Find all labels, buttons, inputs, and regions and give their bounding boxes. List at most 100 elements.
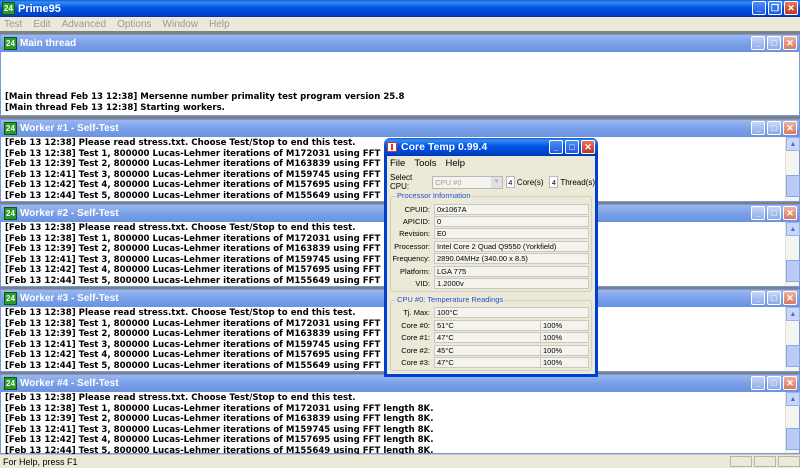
scroll-thumb[interactable] (786, 345, 800, 367)
core-temp: 47°C (434, 332, 541, 344)
scroll-thumb[interactable] (786, 260, 800, 282)
menu-advanced[interactable]: Advanced (62, 19, 106, 30)
processor-info-group: Processor Information CPUID: 0x1067A API… (390, 191, 592, 292)
info-label: CPUID: (404, 204, 430, 214)
status-bar: For Help, press F1 (0, 454, 800, 468)
prime95-window-icon: 24 (4, 37, 17, 50)
menu-test[interactable]: Test (4, 19, 22, 30)
close-button[interactable]: ✕ (581, 140, 595, 154)
menu-help[interactable]: Help (209, 19, 230, 30)
info-value: LGA 775 (434, 265, 589, 277)
core-row: Core #3: 47°C 100% (391, 356, 591, 368)
minimize-button[interactable]: _ (549, 140, 563, 154)
maximize-button[interactable]: □ (767, 121, 781, 135)
core-temp: 45°C (434, 344, 541, 356)
close-button[interactable]: ✕ (783, 376, 797, 390)
app-title: Prime95 (18, 2, 61, 15)
info-value: 2890.04MHz (340.00 x 8.5) (434, 253, 589, 265)
close-button[interactable]: ✕ (783, 206, 797, 220)
prime95-window-icon: 24 (4, 292, 17, 305)
scroll-thumb[interactable] (786, 175, 800, 197)
main-thread-window[interactable]: 24 Main thread _ □ ✕ [Main thread Feb 13… (0, 34, 800, 116)
menu-file[interactable]: File (390, 158, 405, 169)
core-row: Core #0: 51°C 100% (391, 319, 591, 331)
thermometer-icon (387, 142, 397, 152)
log-line: [Main thread Feb 13 12:38] Mersenne numb… (5, 92, 405, 102)
menu-tools[interactable]: Tools (414, 158, 436, 169)
menu-edit[interactable]: Edit (33, 19, 50, 30)
main-thread-log: [Main thread Feb 13 12:38] Mersenne numb… (1, 52, 799, 113)
minimize-button[interactable]: _ (752, 1, 766, 15)
tjmax-label: Tj. Max: (403, 308, 430, 318)
coretemp-title-bar[interactable]: Core Temp 0.99.4 _ □ ✕ (384, 138, 598, 156)
worker-1-title-bar[interactable]: 24 Worker #1 - Self-Test _ □ ✕ (1, 120, 799, 137)
minimize-button[interactable]: _ (751, 206, 765, 220)
info-row: Revision: E0 (391, 228, 591, 240)
core-temp: 51°C (434, 319, 541, 331)
vertical-scrollbar[interactable]: ▲ (785, 392, 800, 453)
prime95-app-icon: 24 (2, 2, 15, 15)
core-load: 100% (541, 319, 589, 331)
log-line: [Main thread Feb 13 12:38] Starting work… (5, 102, 225, 113)
cpu-select-row: Select CPU: CPU #0 ▼ 4 Core(s) 4 Thread(… (387, 173, 595, 191)
minimize-button[interactable]: _ (751, 36, 765, 50)
tjmax-row: Tj. Max: 100°C (391, 307, 591, 319)
info-value: Intel Core 2 Quad Q9550 (Yorkfield) (434, 240, 589, 252)
scroll-up-arrow-icon[interactable]: ▲ (786, 222, 800, 236)
maximize-button[interactable]: □ (767, 206, 781, 220)
info-row: Platform: LGA 775 (391, 265, 591, 277)
core-label: Core #1: (401, 333, 430, 343)
minimize-button[interactable]: _ (751, 291, 765, 305)
prime95-window-icon: 24 (4, 122, 17, 135)
core-temp: 47°C (434, 356, 541, 368)
scroll-up-arrow-icon[interactable]: ▲ (786, 307, 800, 321)
info-value: 0x1067A (434, 203, 589, 215)
main-thread-title-bar[interactable]: 24 Main thread _ □ ✕ (1, 35, 799, 52)
minimize-button[interactable]: _ (751, 121, 765, 135)
minimize-button[interactable]: _ (751, 376, 765, 390)
restore-button[interactable]: ❐ (768, 1, 782, 15)
cpu-select-dropdown[interactable]: CPU #0 ▼ (432, 175, 503, 189)
log-line: [Feb 13 12:38] Please read stress.txt. C… (5, 393, 356, 403)
status-cell (778, 456, 800, 467)
scroll-up-arrow-icon[interactable]: ▲ (786, 137, 800, 151)
coretemp-window[interactable]: Core Temp 0.99.4 _ □ ✕ File Tools Help S… (384, 138, 598, 377)
scroll-up-arrow-icon[interactable]: ▲ (786, 392, 800, 406)
log-line: [Feb 13 12:41] Test 3, 800000 Lucas-Lehm… (5, 424, 434, 435)
worker-4-window[interactable]: 24 Worker #4 - Self-Test _ □ ✕ [Feb 13 1… (0, 374, 800, 457)
menu-window[interactable]: Window (163, 19, 199, 30)
scroll-thumb[interactable] (786, 428, 800, 450)
app-title-bar[interactable]: 24 Prime95 _ ❐ ✕ (0, 0, 800, 17)
menu-help[interactable]: Help (446, 158, 466, 169)
worker-4-title-bar[interactable]: 24 Worker #4 - Self-Test _ □ ✕ (1, 375, 799, 392)
vertical-scrollbar[interactable]: ▲ (785, 307, 800, 371)
vertical-scrollbar[interactable]: ▲ (785, 222, 800, 286)
temperature-readings-group: CPU #0: Temperature Readings Tj. Max: 10… (390, 294, 592, 371)
coretemp-title: Core Temp 0.99.4 (401, 141, 488, 153)
close-button[interactable]: ✕ (783, 291, 797, 305)
maximize-button[interactable]: □ (565, 140, 579, 154)
cores-count: 4 (505, 176, 515, 188)
close-button[interactable]: ✕ (783, 121, 797, 135)
log-line: [Feb 13 12:38] Test 1, 800000 Lucas-Lehm… (5, 403, 434, 414)
core-load: 100% (541, 332, 589, 344)
log-line: [Feb 13 12:39] Test 2, 800000 Lucas-Lehm… (5, 414, 434, 425)
info-label: VID: (415, 279, 430, 289)
worker-3-title: Worker #3 - Self-Test (20, 293, 119, 304)
maximize-button[interactable]: □ (767, 376, 781, 390)
info-label: Processor: (394, 241, 430, 251)
maximize-button[interactable]: □ (767, 291, 781, 305)
status-cell (754, 456, 776, 467)
maximize-button[interactable]: □ (767, 36, 781, 50)
worker-4-log: [Feb 13 12:38] Please read stress.txt. C… (1, 392, 799, 457)
worker-4-title: Worker #4 - Self-Test (20, 378, 119, 389)
menu-options[interactable]: Options (117, 19, 151, 30)
close-button[interactable]: ✕ (783, 36, 797, 50)
vertical-scrollbar[interactable]: ▲ (785, 137, 800, 201)
tjmax-value: 100°C (434, 307, 589, 319)
cores-label: Core(s) (516, 177, 544, 187)
coretemp-menu-bar: File Tools Help (387, 156, 595, 171)
info-value: 1.2000v (434, 278, 589, 290)
status-text: For Help, press F1 (3, 456, 78, 467)
close-button[interactable]: ✕ (784, 1, 798, 15)
